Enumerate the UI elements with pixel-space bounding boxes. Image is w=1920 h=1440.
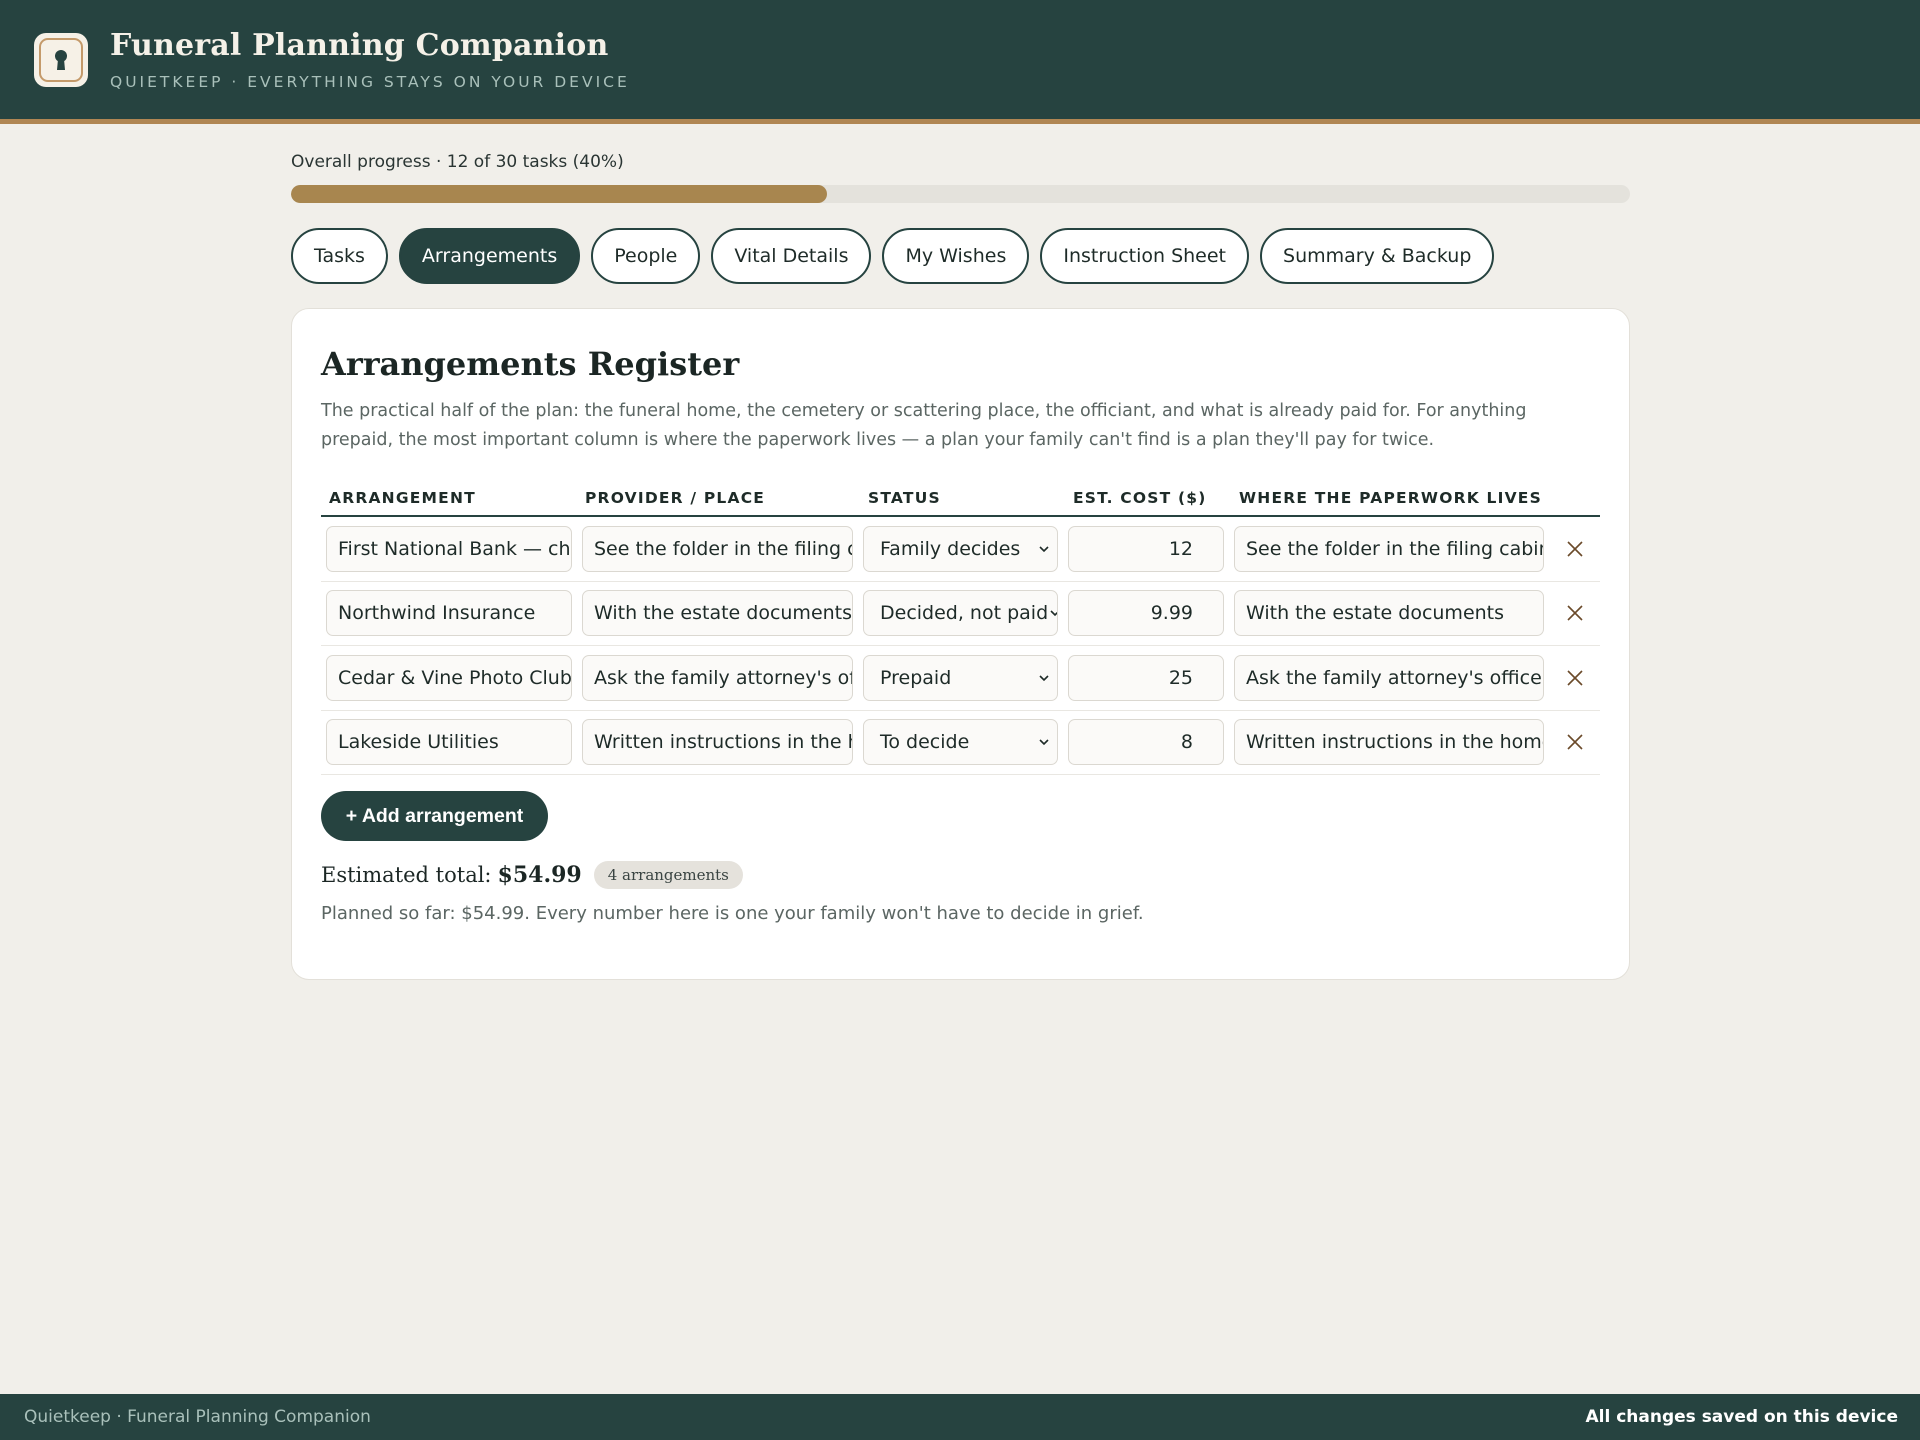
total-value: $54.99 <box>497 862 582 888</box>
planned-note: Planned so far: $54.99. Every number her… <box>321 903 1144 924</box>
progress-bar <box>291 185 1630 203</box>
paperwork-input[interactable]: Written instructions in the home s <box>1234 719 1544 766</box>
delete-row-button[interactable] <box>1553 656 1597 700</box>
add-arrangement-button[interactable]: + Add arrangement <box>321 791 548 841</box>
status-select[interactable]: Prepaid <box>863 654 1058 701</box>
app-subtitle: QUIETKEEP · EVERYTHING STAYS ON YOUR DEV… <box>110 73 630 91</box>
close-icon <box>1567 670 1583 686</box>
provider-input[interactable]: See the folder in the filing ca <box>582 525 853 572</box>
table-row: First National Bank — che See the folder… <box>321 517 1600 582</box>
status-select[interactable]: To decide <box>863 719 1058 766</box>
tab-people[interactable]: People <box>591 228 701 284</box>
tab-bar: Tasks Arrangements People Vital Details … <box>291 228 1630 284</box>
paperwork-input[interactable]: With the estate documents <box>1234 590 1544 637</box>
status-select-value: Family decides <box>880 537 1021 560</box>
chevron-down-icon <box>1050 610 1057 617</box>
tab-my-wishes[interactable]: My Wishes <box>882 228 1030 284</box>
arrangements-card: Arrangements Register The practical half… <box>291 308 1630 980</box>
column-header-status: STATUS <box>868 489 941 507</box>
cost-input[interactable]: 12 <box>1068 525 1224 572</box>
keyhole-icon <box>55 49 67 70</box>
status-select-value: Prepaid <box>880 666 952 689</box>
delete-row-button[interactable] <box>1553 720 1597 764</box>
status-select[interactable]: Decided, not paid <box>863 590 1058 637</box>
column-header-paperwork: WHERE THE PAPERWORK LIVES <box>1239 489 1542 507</box>
column-header-cost: EST. COST ($) <box>1073 489 1207 507</box>
arrangement-input[interactable]: First National Bank — che <box>326 525 572 572</box>
table-row: Lakeside Utilities Written instructions … <box>321 711 1600 775</box>
progress-label: Overall progress · 12 of 30 tasks (40%) <box>291 152 624 172</box>
close-icon <box>1567 605 1583 621</box>
close-icon <box>1567 541 1583 557</box>
table-row: Cedar & Vine Photo Club Ask the family a… <box>321 646 1600 711</box>
app-logo <box>34 32 88 87</box>
paperwork-input[interactable]: See the folder in the filing cabine <box>1234 525 1544 572</box>
cost-input[interactable]: 9.99 <box>1068 590 1224 637</box>
cost-input[interactable]: 8 <box>1068 719 1224 766</box>
provider-input[interactable]: Ask the family attorney's offi <box>582 654 853 701</box>
chevron-down-icon <box>1039 739 1049 746</box>
table-row: Northwind Insurance With the estate docu… <box>321 582 1600 646</box>
app-header: Funeral Planning Companion QUIETKEEP · E… <box>0 0 1920 124</box>
arrangement-input[interactable]: Northwind Insurance <box>326 590 572 637</box>
app-title: Funeral Planning Companion <box>110 28 609 63</box>
table-header: ARRANGEMENT PROVIDER / PLACE STATUS EST.… <box>321 481 1600 517</box>
estimated-total: Estimated total: $54.99 4 arrangements <box>321 861 1600 889</box>
chevron-down-icon <box>1039 675 1049 681</box>
status-select-value: To decide <box>880 731 970 754</box>
tab-instruction-sheet[interactable]: Instruction Sheet <box>1040 228 1250 284</box>
delete-row-button[interactable] <box>1553 591 1597 635</box>
delete-row-button[interactable] <box>1553 527 1597 571</box>
close-icon <box>1567 734 1583 750</box>
tab-tasks[interactable]: Tasks <box>291 228 388 284</box>
count-badge: 4 arrangements <box>593 861 743 889</box>
page-description: The practical half of the plan: the fune… <box>321 401 1527 450</box>
tab-summary-backup[interactable]: Summary & Backup <box>1260 228 1495 284</box>
progress-fill <box>291 185 827 203</box>
column-header-arrangement: ARRANGEMENT <box>329 489 476 507</box>
page-title: Arrangements Register <box>321 345 740 383</box>
arrangement-input[interactable]: Lakeside Utilities <box>326 719 572 766</box>
provider-input[interactable]: With the estate documents <box>582 590 853 637</box>
tab-arrangements[interactable]: Arrangements <box>398 228 581 284</box>
save-status: All changes saved on this device <box>1585 1407 1898 1427</box>
column-header-provider: PROVIDER / PLACE <box>585 489 766 507</box>
provider-input[interactable]: Written instructions in the hc <box>582 719 853 766</box>
cost-input[interactable]: 25 <box>1068 654 1224 701</box>
app-footer: Quietkeep · Funeral Planning Companion A… <box>0 1394 1920 1440</box>
total-label: Estimated total: <box>321 863 492 887</box>
tab-vital-details[interactable]: Vital Details <box>711 228 872 284</box>
paperwork-input[interactable]: Ask the family attorney's office <box>1234 654 1544 701</box>
arrangement-input[interactable]: Cedar & Vine Photo Club <box>326 654 572 701</box>
footer-app-name: Quietkeep · Funeral Planning Companion <box>24 1407 371 1427</box>
chevron-down-icon <box>1039 546 1049 552</box>
main-content: Overall progress · 12 of 30 tasks (40%) … <box>291 152 1630 980</box>
status-select[interactable]: Family decides <box>863 525 1058 572</box>
status-select-value: Decided, not paid <box>880 602 1049 625</box>
